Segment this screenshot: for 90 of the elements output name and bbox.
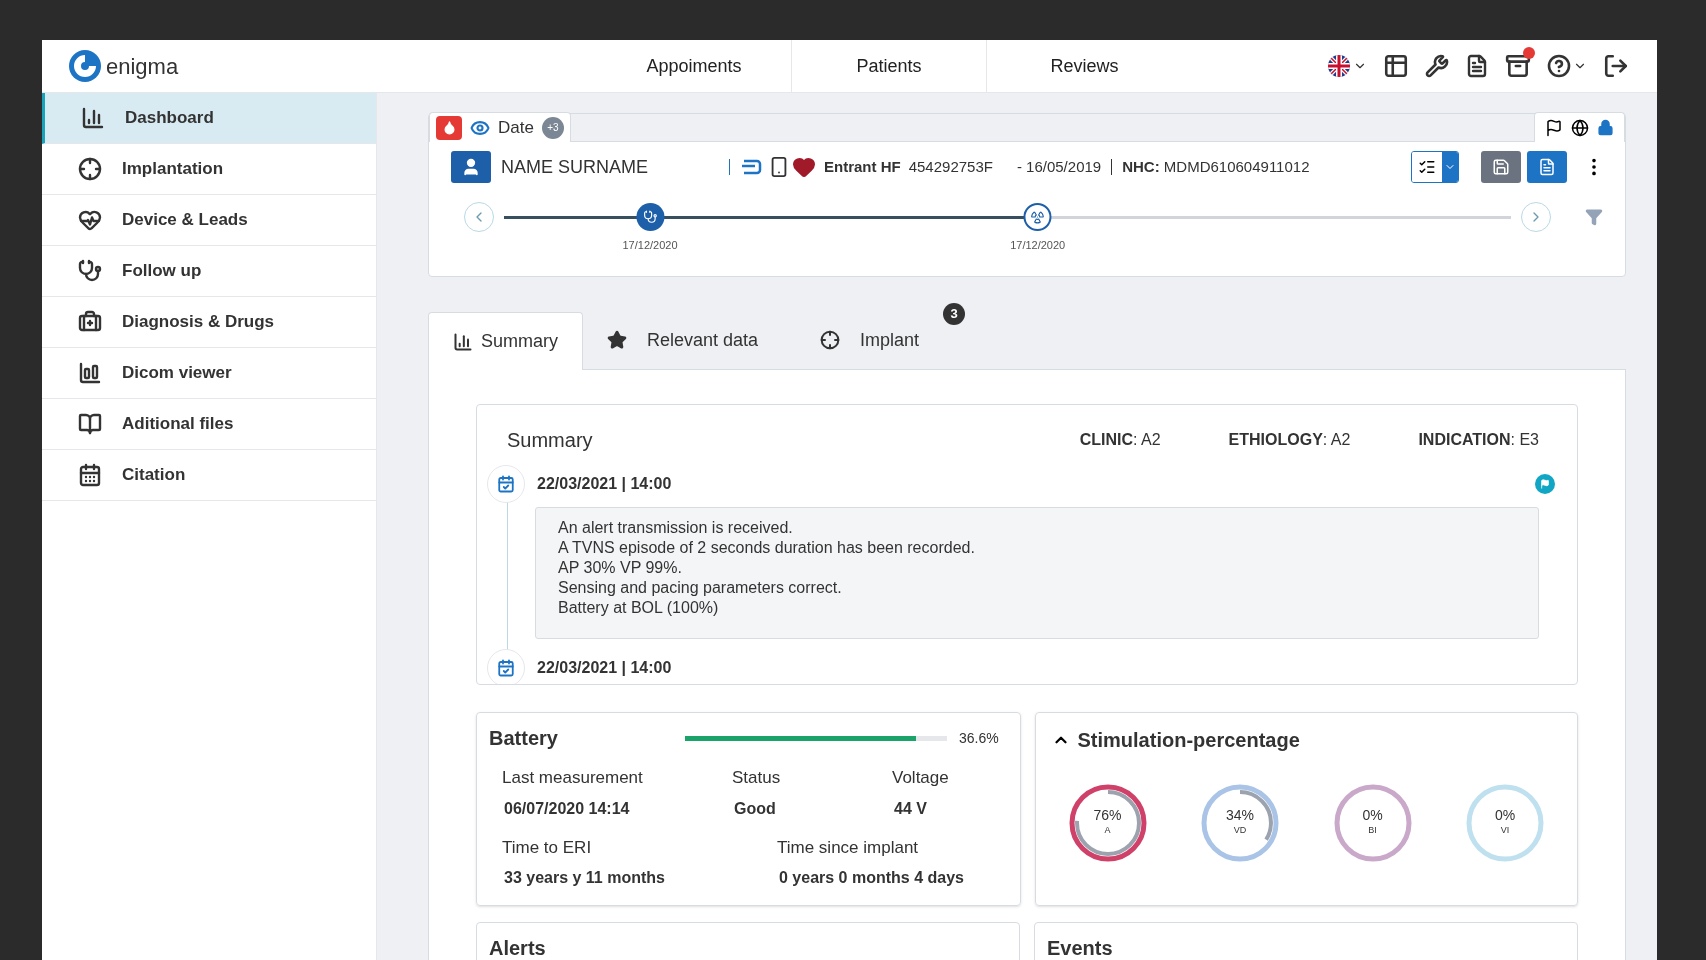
- count-badge: 3: [943, 303, 966, 325]
- logout-icon[interactable]: [1603, 53, 1629, 79]
- serial-number: 454292753F: [908, 156, 993, 177]
- lock-icon[interactable]: [1597, 119, 1614, 136]
- tab[interactable]: Summary: [428, 312, 583, 370]
- bar-chart-icon: [81, 106, 105, 130]
- chart-icon: [78, 361, 102, 385]
- archive-icon[interactable]: [1505, 53, 1531, 79]
- field-value: 0 years 0 months 4 days: [778, 868, 965, 888]
- crosshair-icon: [820, 330, 841, 350]
- card-title: Alerts: [489, 937, 546, 959]
- ring-label: BI: [1368, 824, 1377, 838]
- heart-pulse-icon: [78, 208, 102, 232]
- tab[interactable]: Implant: [796, 311, 944, 369]
- tab[interactable]: Relevant data: [583, 311, 783, 369]
- document-button[interactable]: [1527, 151, 1567, 183]
- language-button[interactable]: [1327, 54, 1367, 78]
- entry-date: 22/03/2021 | 14:00: [537, 474, 672, 494]
- drop-icon: [436, 115, 462, 140]
- count-badge: +3: [541, 116, 564, 139]
- entry-date: 22/03/2021 | 14:00: [537, 658, 672, 678]
- nav-link[interactable]: Reviews: [987, 40, 1182, 93]
- star-icon: [607, 330, 627, 350]
- save-button[interactable]: [1481, 151, 1521, 183]
- field-value: 44 V: [893, 798, 928, 819]
- wrench-icon[interactable]: [1425, 54, 1449, 78]
- calendar-icon: [487, 649, 525, 684]
- field-label: Last measurement: [502, 767, 644, 789]
- medical-kit-icon: [78, 310, 102, 334]
- field-label: Time to ERI: [502, 836, 593, 859]
- sidebar-item[interactable]: Dashboard: [42, 93, 376, 144]
- ring-label: VD: [1233, 824, 1247, 838]
- card-title: Summary: [507, 428, 593, 453]
- person-icon: [451, 151, 491, 183]
- ring-label: A: [1104, 824, 1111, 838]
- radiation-icon: [1030, 210, 1045, 224]
- stethoscope-icon: [643, 210, 657, 224]
- field-value: 33 years y 11 months: [503, 868, 666, 888]
- code-label: INDICATION: E3: [1418, 430, 1539, 450]
- timeline-date: 17/12/2020: [622, 238, 678, 253]
- filter-icon[interactable]: [1585, 208, 1603, 226]
- calendar-icon: [487, 465, 525, 503]
- ring-value: 76%: [1093, 808, 1122, 823]
- timeline-point[interactable]: [636, 203, 664, 231]
- note-text: An alert transmission is received. A TVNS episode of 2 seconds duration has been recorded. AP 30% VP 99%. Sensing and pacing parameters correct. Battery at BOL (100%): [558, 518, 976, 618]
- globe-icon[interactable]: [1571, 118, 1589, 137]
- ring-label: VI: [1500, 824, 1510, 838]
- file-icon[interactable]: [1465, 54, 1489, 78]
- implant-date: - 16/05/2019: [1016, 156, 1102, 177]
- field-value: 06/07/2020 14:14: [503, 798, 631, 819]
- flag-icon[interactable]: [1535, 474, 1555, 494]
- nav-link[interactable]: Appoiments: [597, 40, 792, 93]
- nhc-number: NHC: MDMD610604911012: [1122, 156, 1310, 177]
- battery-reading: 36.6%: [959, 728, 999, 748]
- card-title: Battery: [489, 726, 559, 751]
- date-tab[interactable]: Date +3: [429, 112, 571, 142]
- patient-name: NAME SURNAME: [501, 155, 649, 179]
- ring-value: 0%: [1362, 808, 1383, 823]
- crosshair-icon: [78, 157, 102, 181]
- field-label: Time since implant: [777, 836, 920, 859]
- code-label: CLINIC: A2: [1079, 430, 1161, 450]
- field-value: Good: [733, 798, 777, 819]
- help-icon: [1547, 54, 1571, 78]
- flag-icon: [1327, 54, 1351, 78]
- list-dropdown-button[interactable]: [1411, 151, 1459, 183]
- ring-value: 34%: [1226, 808, 1254, 823]
- logo-text: enigma: [106, 52, 179, 81]
- ring-value: 0%: [1494, 808, 1516, 823]
- book-icon: [78, 412, 102, 436]
- card-title: Events: [1047, 937, 1113, 959]
- heart-icon: [792, 155, 816, 179]
- timeline-point[interactable]: [1023, 203, 1052, 231]
- field-label: Status: [732, 767, 782, 789]
- checklist-icon: [1418, 158, 1436, 176]
- field-label: Voltage: [892, 767, 950, 789]
- table-icon[interactable]: [1383, 53, 1409, 79]
- calendar-icon: [78, 463, 102, 487]
- stethoscope-icon: [78, 259, 102, 283]
- bar-chart-icon: [453, 331, 473, 352]
- device-name: Entrant HF: [824, 156, 901, 177]
- code-label: ETHIOLOGY: A2: [1228, 430, 1351, 450]
- save-icon: [1492, 158, 1510, 176]
- collapse-toggle[interactable]: Stimulation-percentage: [1051, 725, 1300, 755]
- logo-icon: [68, 49, 102, 83]
- timeline-date: 17/12/2020: [1010, 238, 1066, 253]
- help-button[interactable]: [1547, 54, 1587, 78]
- document-icon: [1538, 158, 1556, 176]
- date-label: Date: [498, 116, 534, 139]
- nav-link[interactable]: Patients: [792, 40, 987, 93]
- device-logo-icon: [740, 159, 762, 175]
